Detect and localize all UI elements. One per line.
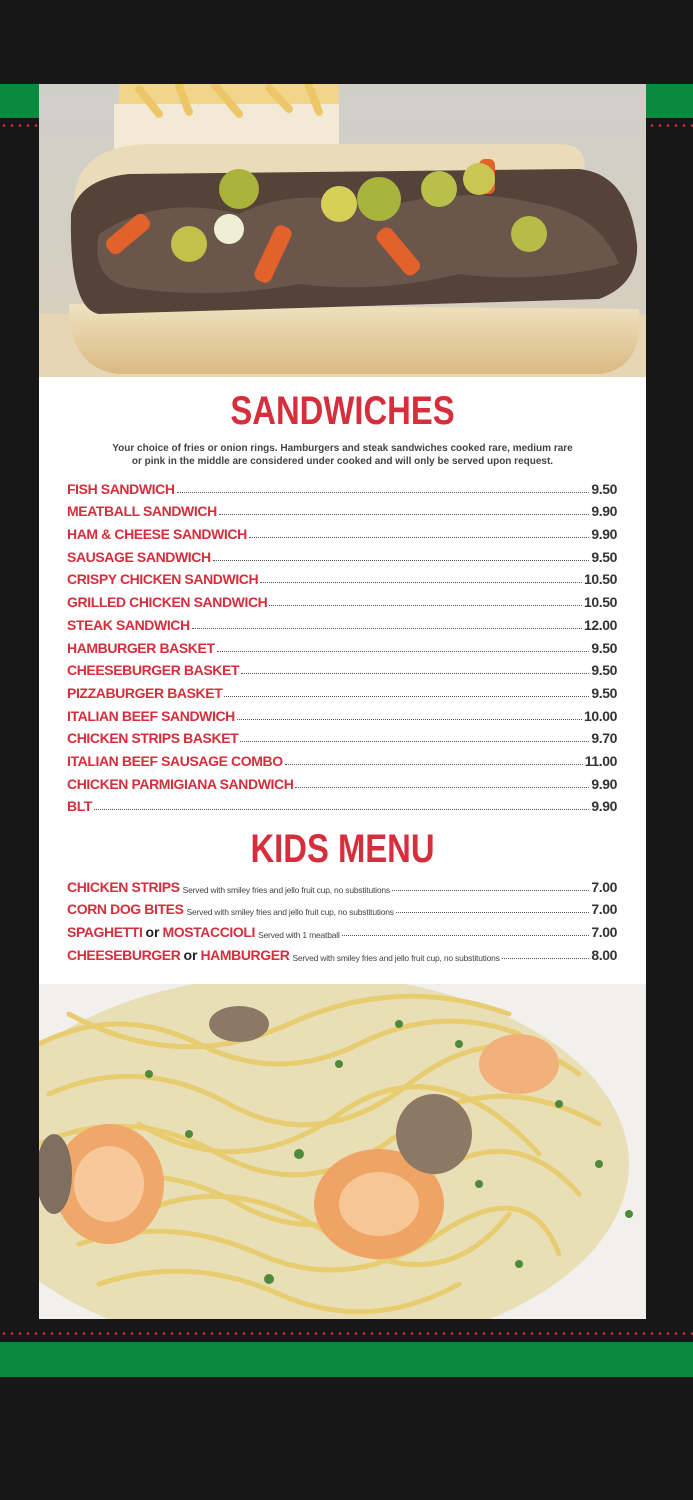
item-price: 7.00 bbox=[591, 901, 617, 918]
dot-leader bbox=[240, 741, 590, 743]
italian-beef-sandwich-photo bbox=[39, 84, 646, 377]
dot-leader bbox=[93, 809, 590, 811]
item-name-alt: MOSTACCIOLI bbox=[162, 924, 256, 941]
menu-item: ITALIAN BEEF SANDWICH 10.00 bbox=[67, 701, 617, 724]
item-price: 10.00 bbox=[583, 707, 617, 724]
item-price: 8.00 bbox=[591, 946, 617, 963]
menu-item: CORN DOG BITES Served with smiley fries a… bbox=[67, 895, 617, 918]
item-price: 9.90 bbox=[591, 775, 617, 792]
intro-line-1: Your choice of fries or onion rings. Ham… bbox=[112, 443, 573, 454]
item-price: 9.50 bbox=[591, 684, 617, 701]
item-name: CHICKEN STRIPS bbox=[67, 878, 180, 895]
menu-item: FISH SANDWICH 9.50 bbox=[67, 474, 617, 497]
bottom-green-band bbox=[0, 1342, 693, 1377]
or-word: or bbox=[145, 924, 160, 941]
item-price: 9.90 bbox=[591, 503, 617, 520]
dot-leader bbox=[295, 786, 590, 788]
item-name: FISH SANDWICH bbox=[67, 480, 175, 497]
dot-leader bbox=[248, 537, 590, 539]
menu-item: CRISPY CHICKEN SANDWICH 10.50 bbox=[67, 565, 617, 588]
item-price: 7.00 bbox=[591, 878, 617, 895]
menu-item: CHICKEN PARMIGIANA SANDWICH 9.90 bbox=[67, 769, 617, 792]
item-note: Served with 1 meatball bbox=[258, 930, 340, 941]
menu-item: CHICKEN STRIPS BASKET 9.70 bbox=[67, 724, 617, 747]
dot-leader bbox=[284, 763, 583, 765]
item-name: HAM & CHEESE SANDWICH bbox=[67, 526, 247, 543]
item-price: 9.50 bbox=[591, 548, 617, 565]
menu-item: STEAK SANDWICH 12.00 bbox=[67, 610, 617, 633]
item-note: Served with smiley fries and jello fruit… bbox=[182, 884, 390, 895]
item-price: 9.70 bbox=[591, 730, 617, 747]
menu-item: CHEESEBURGER or HAMBURGER Served with smile… bbox=[67, 940, 617, 963]
bottom-dark-area bbox=[0, 1377, 693, 1500]
shrimp-pasta-photo bbox=[39, 984, 646, 1319]
item-name: STEAK SANDWICH bbox=[67, 616, 190, 633]
item-name: MEATBALL SANDWICH bbox=[67, 503, 217, 520]
item-price: 9.50 bbox=[591, 480, 617, 497]
sandwiches-title: SANDWICHES bbox=[230, 389, 455, 433]
item-price: 9.90 bbox=[591, 798, 617, 815]
item-name: CHEESEBURGER BASKET bbox=[67, 662, 240, 679]
item-name: HAMBURGER BASKET bbox=[67, 639, 215, 656]
menu-panel: SANDWICHES Your choice of fries or onion… bbox=[39, 84, 646, 1319]
item-name: BLT bbox=[67, 798, 92, 815]
sandwiches-intro: Your choice of fries or onion rings. Ham… bbox=[79, 442, 606, 468]
item-name: CHEESEBURGER bbox=[67, 946, 181, 963]
menu-item: HAMBURGER BASKET 9.50 bbox=[67, 633, 617, 656]
item-name: GRILLED CHICKEN SANDWICH bbox=[67, 594, 268, 611]
sandwiches-list: FISH SANDWICH 9.50 MEATBALL SANDWICH 9.90 … bbox=[67, 474, 617, 815]
item-name: ITALIAN BEEF SAUSAGE COMBO bbox=[67, 752, 283, 769]
bottom-dotted-border bbox=[0, 1332, 693, 1335]
dot-leader bbox=[236, 718, 582, 720]
dot-leader bbox=[391, 889, 590, 891]
dot-leader bbox=[395, 912, 590, 914]
dot-leader bbox=[191, 627, 582, 629]
item-price: 9.90 bbox=[591, 526, 617, 543]
intro-line-2: or pink in the middle are considered und… bbox=[131, 456, 554, 467]
item-note: Served with smiley fries and jello fruit… bbox=[292, 952, 500, 963]
item-name: ITALIAN BEEF SANDWICH bbox=[67, 707, 235, 724]
item-name: CHICKEN STRIPS BASKET bbox=[67, 730, 239, 747]
menu-item: CHICKEN STRIPS Served with smiley fries a… bbox=[67, 872, 617, 895]
dot-leader bbox=[241, 673, 590, 675]
item-name: SAUSAGE SANDWICH bbox=[67, 548, 211, 565]
dot-leader bbox=[218, 514, 590, 516]
item-name: CHICKEN PARMIGIANA SANDWICH bbox=[67, 775, 294, 792]
menu-item: GRILLED CHICKEN SANDWICH 10.50 bbox=[67, 587, 617, 610]
kids-menu-title: KIDS MENU bbox=[250, 827, 435, 871]
menu-item: PIZZABURGER BASKET 9.50 bbox=[67, 678, 617, 701]
item-price: 9.50 bbox=[591, 639, 617, 656]
item-name: CORN DOG BITES bbox=[67, 901, 184, 918]
dot-leader bbox=[212, 559, 590, 561]
dot-leader bbox=[341, 935, 590, 937]
item-name: SPAGHETTI bbox=[67, 924, 143, 941]
menu-item: SAUSAGE SANDWICH 9.50 bbox=[67, 542, 617, 565]
item-price: 10.50 bbox=[583, 571, 617, 588]
item-price: 7.00 bbox=[591, 924, 617, 941]
dot-leader bbox=[501, 957, 590, 959]
dot-leader bbox=[260, 582, 582, 584]
or-word: or bbox=[183, 946, 198, 963]
menu-item: ITALIAN BEEF SAUSAGE COMBO 11.00 bbox=[67, 746, 617, 769]
menu-item: SPAGHETTI or MOSTACCIOLI Served with 1 meat… bbox=[67, 917, 617, 940]
menu-item: HAM & CHEESE SANDWICH 9.90 bbox=[67, 519, 617, 542]
item-price: 10.50 bbox=[583, 594, 617, 611]
menu-item: BLT 9.90 bbox=[67, 792, 617, 815]
item-price: 12.00 bbox=[583, 616, 617, 633]
kids-menu-list: CHICKEN STRIPS Served with smiley fries a… bbox=[67, 872, 617, 963]
dot-leader bbox=[176, 491, 590, 493]
item-price: 9.50 bbox=[591, 662, 617, 679]
item-note: Served with smiley fries and jello fruit… bbox=[186, 907, 394, 918]
item-name: CRISPY CHICKEN SANDWICH bbox=[67, 571, 259, 588]
menu-item: CHEESEBURGER BASKET 9.50 bbox=[67, 656, 617, 679]
dot-leader bbox=[269, 605, 582, 607]
menu-item: MEATBALL SANDWICH 9.90 bbox=[67, 497, 617, 520]
dot-leader bbox=[216, 650, 590, 652]
item-name: PIZZABURGER BASKET bbox=[67, 684, 223, 701]
item-name-alt: HAMBURGER bbox=[200, 946, 290, 963]
item-price: 11.00 bbox=[584, 752, 618, 769]
dot-leader bbox=[224, 695, 590, 697]
